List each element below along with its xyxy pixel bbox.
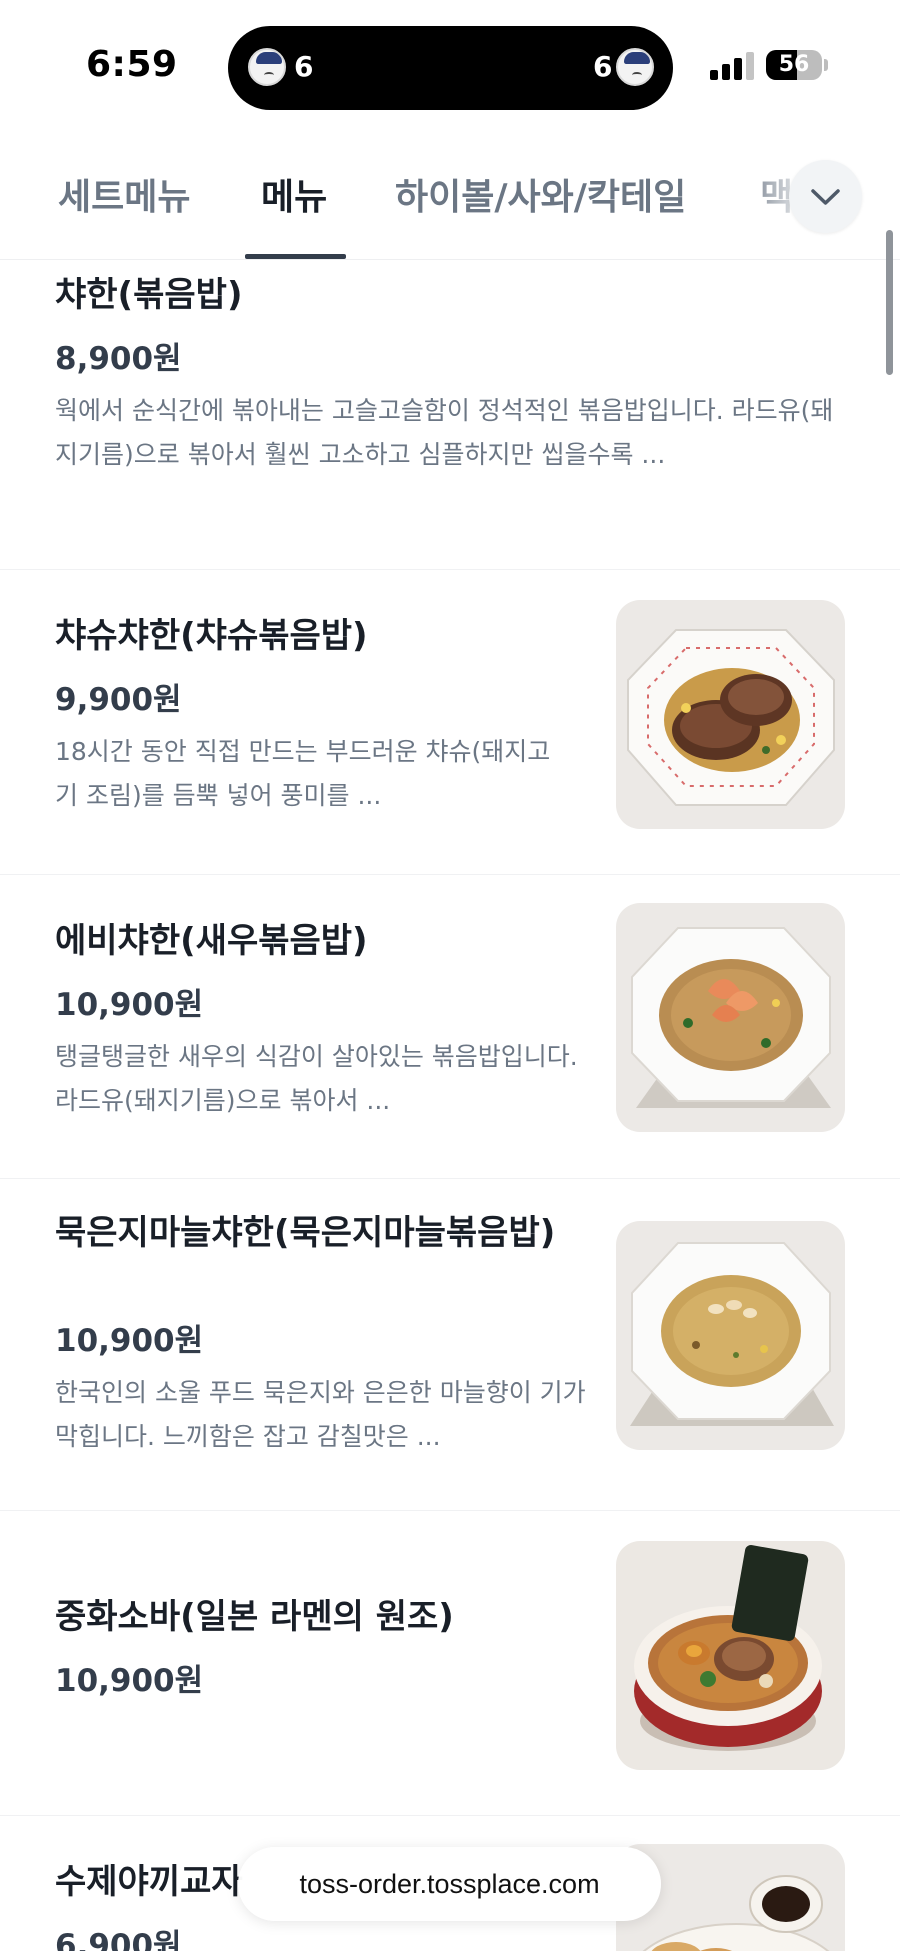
chashu-fried-rice-photo[interactable]: [616, 600, 845, 829]
menu-item-description: 웍에서 순식간에 볶아내는 고슬고슬함이 정석적인 볶음밥입니다. 라드유(돼지…: [55, 396, 834, 469]
menu-item-price: 9,900원: [55, 682, 182, 718]
shrimp-fried-rice-photo[interactable]: [616, 903, 845, 1132]
menu-item[interactable]: 묵은지마늘챠한(묵은지마늘볶음밥) 10,900원 한국인의 소울 푸드 묵은지…: [0, 1179, 900, 1511]
battery-level: 56: [778, 52, 810, 77]
menu-item-name: 중화소바(일본 라멘의 원조): [55, 1597, 454, 1637]
browser-url-bar[interactable]: toss-order.tossplace.com: [238, 1847, 661, 1921]
menu-item[interactable]: 중화소바(일본 라멘의 원조) 10,900원: [0, 1511, 900, 1816]
category-expand-button[interactable]: [789, 160, 862, 233]
dynamic-island[interactable]: 6 6: [228, 26, 673, 110]
tab-highball-sour-cocktail[interactable]: 하이볼/사와/칵테일: [395, 168, 686, 220]
menu-item-name: 챠슈챠한(챠슈볶음밥): [55, 616, 368, 656]
island-left-count: 6: [294, 50, 314, 83]
menu-item[interactable]: 에비챠한(새우볶음밥) 10,900원 탱글탱글한 새우의 식감이 살아있는 볶…: [0, 875, 900, 1179]
tab-menu[interactable]: 메뉴: [261, 168, 327, 220]
battery-icon: 56: [766, 50, 822, 80]
chuka-soba-ramen-photo[interactable]: [616, 1541, 845, 1770]
menu-item-price: 8,900원: [55, 341, 182, 377]
menu-item-name: 묵은지마늘챠한(묵은지마늘볶음밥): [55, 1213, 556, 1253]
app-screen: 6:59 6 6 56 세트메뉴 메뉴 하이볼/사와/칵테일 맥: [0, 0, 900, 1951]
island-right-count: 6: [593, 50, 613, 83]
menu-item-name: 수제야끼교자: [55, 1862, 243, 1902]
menu-item-price: 10,900원: [55, 987, 204, 1023]
menu-item-description: 탱글탱글한 새우의 식감이 살아있는 볶음밥입니다. 라드유(돼지기름)으로 볶…: [55, 1042, 578, 1115]
cellular-signal-icon: [710, 50, 754, 80]
category-tab-bar: 세트메뉴 메뉴 하이볼/사와/칵테일 맥: [0, 140, 900, 260]
menu-item-description: 18시간 동안 직접 만드는 부드러운 챠슈(돼지고기 조림)를 듬뿍 넣어 풍…: [55, 737, 551, 810]
menu-item-price: 6,900원: [55, 1928, 182, 1951]
menu-item[interactable]: 챠슈챠한(챠슈볶음밥) 9,900원 18시간 동안 직접 만드는 부드러운 챠…: [0, 570, 900, 875]
baseball-mascot-icon: [616, 48, 654, 86]
menu-item-name: 챠한(볶음밥): [55, 275, 243, 315]
baseball-mascot-icon: [248, 48, 286, 86]
menu-item[interactable]: 챠한(볶음밥) 8,900원 웍에서 순식간에 볶아내는 고슬고슬함이 정석적인…: [0, 259, 900, 570]
menu-item-description: 한국인의 소울 푸드 묵은지와 은은한 마늘향이 기가막힙니다. 느끼함은 잡고…: [55, 1378, 586, 1451]
status-bar: 6:59 6 6 56: [0, 0, 900, 130]
tab-set-menu[interactable]: 세트메뉴: [58, 168, 190, 220]
menu-item-price: 10,900원: [55, 1663, 204, 1699]
kimchi-garlic-fried-rice-photo[interactable]: [616, 1221, 845, 1450]
battery-tip: [824, 59, 828, 71]
menu-item-name: 에비챠한(새우볶음밥): [55, 921, 368, 961]
chevron-down-icon: [811, 189, 840, 205]
menu-item-price: 10,900원: [55, 1323, 204, 1359]
status-time: 6:59: [86, 44, 178, 85]
